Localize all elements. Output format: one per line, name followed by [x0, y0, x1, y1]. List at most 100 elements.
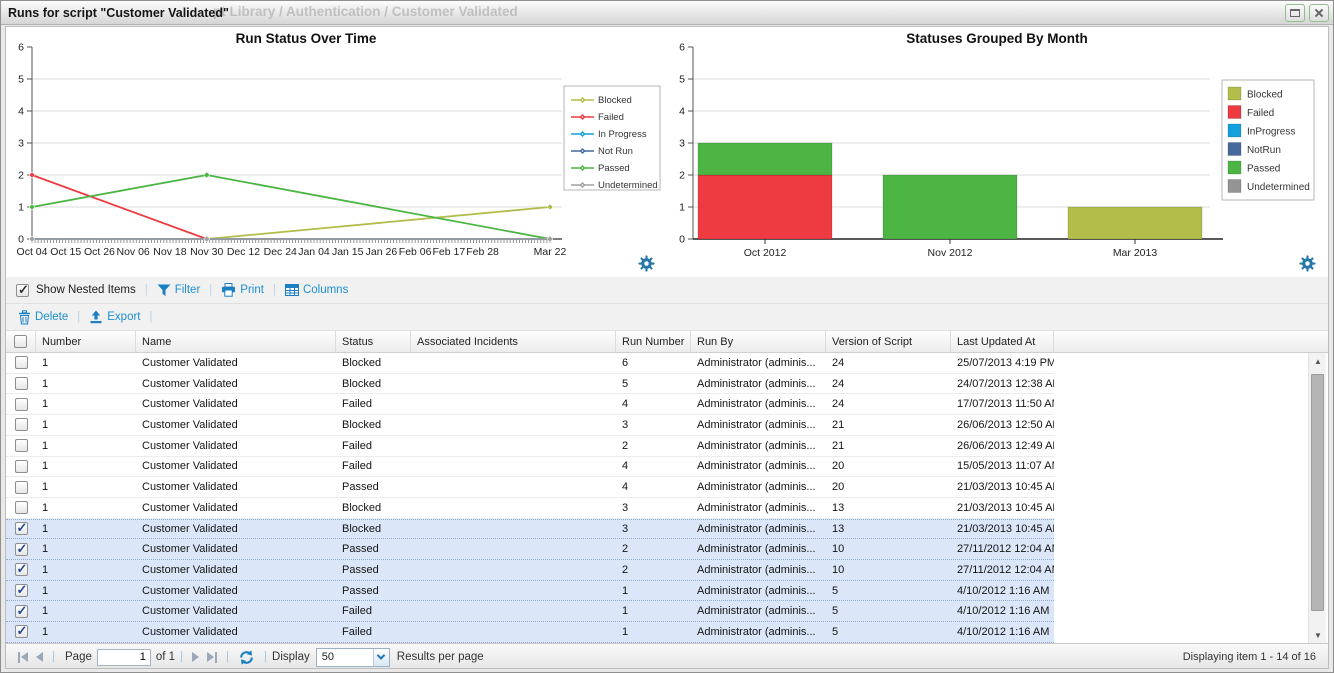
table-row[interactable]: 1Customer ValidatedBlocked3Administrator…	[6, 498, 1054, 519]
bar-chart-settings-gear-icon[interactable]	[1299, 255, 1316, 272]
row-checkbox[interactable]	[15, 418, 28, 431]
maximize-button[interactable]	[1285, 4, 1305, 22]
table-row[interactable]: 1Customer ValidatedFailed4Administrator …	[6, 457, 1054, 478]
svg-text:Undetermined: Undetermined	[598, 180, 658, 191]
cell-updated: 24/07/2013 12:38 AM	[951, 374, 1054, 394]
cell-number: 1	[36, 498, 136, 518]
table-row[interactable]: 1Customer ValidatedBlocked3Administrator…	[6, 519, 1054, 540]
row-checkbox-cell	[6, 394, 36, 414]
close-button[interactable]	[1309, 4, 1329, 22]
cell-run-number: 2	[616, 436, 691, 456]
cell-version: 5	[826, 601, 951, 621]
line-chart-settings-gear-icon[interactable]	[638, 255, 655, 272]
vertical-scrollbar[interactable]: ▲ ▼	[1308, 353, 1326, 643]
column-header-last-updated-at[interactable]: Last Updated At	[951, 331, 1054, 352]
svg-text:2: 2	[679, 170, 685, 182]
table-row[interactable]: 1Customer ValidatedPassed2Administrator …	[6, 539, 1054, 560]
svg-text:Feb 17: Feb 17	[433, 246, 466, 258]
cell-version: 13	[826, 520, 951, 539]
toolbar-separator	[77, 311, 80, 323]
scrollbar-thumb[interactable]	[1311, 374, 1324, 611]
print-button[interactable]: Print	[221, 283, 264, 297]
row-checkbox[interactable]	[15, 460, 28, 473]
row-checkbox[interactable]	[15, 356, 28, 369]
column-header-name[interactable]: Name	[136, 331, 336, 352]
table-row[interactable]: 1Customer ValidatedFailed1Administrator …	[6, 601, 1054, 622]
cell-run-number: 4	[616, 477, 691, 497]
table-row[interactable]: 1Customer ValidatedBlocked6Administrator…	[6, 353, 1054, 374]
row-checkbox[interactable]	[15, 522, 28, 535]
row-checkbox[interactable]	[15, 439, 28, 452]
row-checkbox-cell	[6, 498, 36, 518]
scroll-up-arrow-icon[interactable]: ▲	[1309, 353, 1327, 369]
cell-updated: 15/05/2013 11:07 AM	[951, 457, 1054, 477]
svg-text:Oct 15: Oct 15	[50, 246, 81, 258]
column-header-run-by[interactable]: Run By	[691, 331, 826, 352]
columns-button[interactable]: Columns	[285, 283, 348, 297]
grid-toolbar-actions: Delete Export	[6, 304, 1328, 331]
row-checkbox-cell	[6, 477, 36, 497]
cell-run-by: Administrator (adminis...	[691, 477, 826, 497]
delete-button[interactable]: Delete	[18, 310, 68, 325]
svg-text:4: 4	[18, 106, 24, 118]
table-row[interactable]: 1Customer ValidatedFailed2Administrator …	[6, 436, 1054, 457]
table-row[interactable]: 1Customer ValidatedFailed4Administrator …	[6, 394, 1054, 415]
dialog-titlebar[interactable]: pt Library / Authentication / Customer V…	[1, 1, 1333, 25]
column-header-associated-incidents[interactable]: Associated Incidents	[411, 331, 616, 352]
show-nested-items-checkbox[interactable]	[16, 284, 29, 297]
select-all-checkbox[interactable]	[14, 335, 27, 348]
svg-text:Statuses Grouped By Month: Statuses Grouped By Month	[906, 31, 1088, 46]
export-button[interactable]: Export	[89, 310, 140, 324]
cell-name: Customer Validated	[136, 581, 336, 601]
cell-status: Passed	[336, 560, 411, 580]
table-header-row: NumberNameStatusAssociated IncidentsRun …	[6, 331, 1328, 353]
cell-status: Passed	[336, 477, 411, 497]
cell-run-number: 4	[616, 394, 691, 414]
refresh-button[interactable]	[238, 649, 255, 666]
page-number-input[interactable]	[97, 649, 151, 666]
row-checkbox[interactable]	[15, 398, 28, 411]
first-page-button[interactable]	[18, 652, 28, 663]
cell-incidents	[411, 539, 616, 559]
row-checkbox[interactable]	[15, 501, 28, 514]
toolbar-separator	[209, 284, 212, 296]
previous-page-button[interactable]	[36, 652, 43, 662]
table-row[interactable]: 1Customer ValidatedPassed2Administrator …	[6, 560, 1054, 581]
table-row[interactable]: 1Customer ValidatedPassed1Administrator …	[6, 581, 1054, 602]
toolbar-separator	[150, 311, 153, 323]
toolbar-separator	[145, 284, 148, 296]
row-checkbox[interactable]	[15, 377, 28, 390]
next-page-button[interactable]	[192, 652, 199, 662]
cell-run-by: Administrator (adminis...	[691, 415, 826, 435]
filter-button[interactable]: Filter	[157, 283, 201, 297]
svg-text:1: 1	[679, 202, 685, 214]
cell-name: Customer Validated	[136, 539, 336, 559]
scroll-down-arrow-icon[interactable]: ▼	[1309, 627, 1327, 643]
table-row[interactable]: 1Customer ValidatedBlocked5Administrator…	[6, 374, 1054, 395]
row-checkbox[interactable]	[15, 543, 28, 556]
header-select-all-cell[interactable]	[6, 331, 36, 352]
cell-run-number: 3	[616, 498, 691, 518]
cell-incidents	[411, 581, 616, 601]
table-body: 1Customer ValidatedBlocked6Administrator…	[6, 353, 1328, 643]
svg-text:6: 6	[679, 42, 685, 54]
column-header-run-number[interactable]: Run Number	[616, 331, 691, 352]
row-checkbox[interactable]	[15, 605, 28, 618]
column-header-status[interactable]: Status	[336, 331, 411, 352]
filter-funnel-icon	[157, 283, 171, 297]
page-size-select[interactable]: 50	[316, 648, 390, 667]
row-checkbox[interactable]	[15, 584, 28, 597]
column-header-version-of-script[interactable]: Version of Script	[826, 331, 951, 352]
table-row[interactable]: 1Customer ValidatedBlocked3Administrator…	[6, 415, 1054, 436]
cell-updated: 26/06/2013 12:50 AM	[951, 415, 1054, 435]
row-checkbox[interactable]	[15, 625, 28, 638]
cell-status: Failed	[336, 622, 411, 642]
cell-name: Customer Validated	[136, 520, 336, 539]
last-page-button[interactable]	[207, 652, 217, 663]
row-checkbox[interactable]	[15, 481, 28, 494]
table-row[interactable]: 1Customer ValidatedFailed1Administrator …	[6, 622, 1054, 643]
refresh-icon	[238, 649, 255, 666]
table-row[interactable]: 1Customer ValidatedPassed4Administrator …	[6, 477, 1054, 498]
column-header-number[interactable]: Number	[36, 331, 136, 352]
row-checkbox[interactable]	[15, 563, 28, 576]
